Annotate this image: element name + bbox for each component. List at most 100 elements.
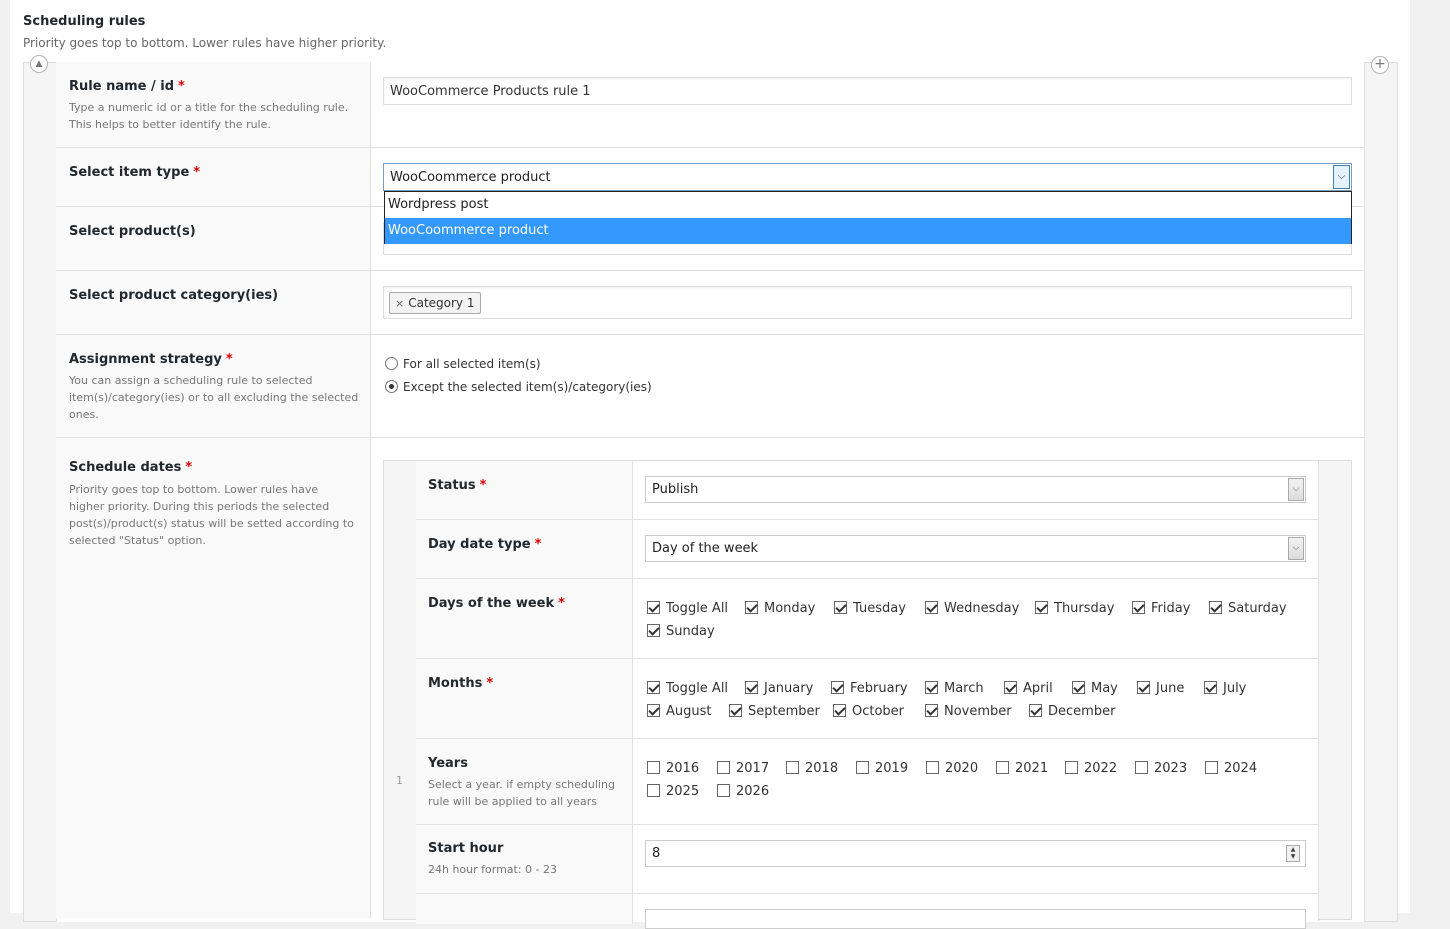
radio-button[interactable] — [385, 380, 398, 393]
checkbox-icon[interactable] — [1205, 761, 1218, 774]
month-option[interactable]: June — [1137, 681, 1184, 696]
checkbox-icon[interactable] — [647, 761, 660, 774]
checkbox-icon[interactable] — [745, 681, 758, 694]
month-option[interactable]: October — [833, 704, 904, 719]
start-hour-label: Start hour — [428, 841, 504, 856]
categories-label: Select product category(ies) — [69, 288, 279, 303]
checkbox-icon[interactable] — [647, 624, 660, 637]
checkbox-icon[interactable] — [1209, 601, 1222, 614]
month-option[interactable]: November — [925, 704, 1012, 719]
day-option[interactable]: Toggle All — [647, 601, 728, 616]
checkbox-icon[interactable] — [647, 704, 660, 717]
chevron-down-icon[interactable]: ⌵ — [1333, 165, 1350, 189]
month-option[interactable]: April — [1004, 681, 1053, 696]
radio-except-selected[interactable]: Except the selected item(s)/category(ies… — [385, 380, 652, 394]
month-option[interactable]: February — [831, 681, 908, 696]
month-option[interactable]: July — [1204, 681, 1246, 696]
radio-all-selected[interactable]: For all selected item(s) — [385, 357, 541, 371]
checkbox-icon[interactable] — [745, 601, 758, 614]
checkbox-icon[interactable] — [833, 704, 846, 717]
checkbox-icon[interactable] — [729, 704, 742, 717]
add-rule-button[interactable]: + — [1371, 56, 1389, 74]
month-option[interactable]: August — [647, 704, 712, 719]
section-title: Scheduling rules — [23, 14, 146, 29]
checkbox-icon[interactable] — [925, 704, 938, 717]
checkbox-icon[interactable] — [996, 761, 1009, 774]
day-option[interactable]: Saturday — [1209, 601, 1287, 616]
day-option[interactable]: Wednesday — [925, 601, 1019, 616]
assignment-label: Assignment strategy * — [69, 352, 233, 367]
rule-name-input[interactable]: WooCommerce Products rule 1 — [383, 77, 1352, 105]
month-option[interactable]: September — [729, 704, 820, 719]
months-label: Months * — [428, 676, 494, 691]
option-woocommerce-product[interactable]: WooCoommerce product — [385, 218, 1351, 244]
checkbox-icon[interactable] — [786, 761, 799, 774]
year-option[interactable]: 2023 — [1135, 761, 1187, 776]
checkbox-icon[interactable] — [925, 681, 938, 694]
checkbox-icon[interactable] — [831, 681, 844, 694]
stepper-icon[interactable]: ▲ ▼ — [1286, 845, 1300, 862]
rule-name-description: Type a numeric id or a title for the sch… — [69, 101, 349, 131]
checkbox-icon[interactable] — [926, 761, 939, 774]
day-type-label: Day date type * — [428, 537, 542, 552]
checkbox-icon[interactable] — [647, 601, 660, 614]
schedule-description: Priority goes top to bottom. Lower rules… — [69, 483, 354, 547]
schedule-index: 1 — [396, 774, 403, 787]
checkbox-icon[interactable] — [647, 784, 660, 797]
checkbox-icon[interactable] — [1135, 761, 1148, 774]
year-option[interactable]: 2026 — [717, 784, 769, 799]
checkbox-icon[interactable] — [1004, 681, 1017, 694]
month-option[interactable]: March — [925, 681, 984, 696]
year-option[interactable]: 2021 — [996, 761, 1048, 776]
chevron-down-icon[interactable]: ⌵ — [1288, 478, 1304, 501]
day-option[interactable]: Sunday — [647, 624, 715, 639]
year-option[interactable]: 2017 — [717, 761, 769, 776]
start-hour-description: 24h hour format: 0 - 23 — [428, 863, 558, 876]
year-option[interactable]: 2016 — [647, 761, 699, 776]
checkbox-icon[interactable] — [647, 681, 660, 694]
start-hour-input[interactable]: 8 ▲ ▼ — [645, 840, 1306, 867]
checkbox-icon[interactable] — [1132, 601, 1145, 614]
products-label: Select product(s) — [69, 224, 196, 239]
checkbox-icon[interactable] — [717, 761, 730, 774]
month-option[interactable]: January — [745, 681, 813, 696]
checkbox-icon[interactable] — [1204, 681, 1217, 694]
checkbox-icon[interactable] — [925, 601, 938, 614]
checkbox-icon[interactable] — [834, 601, 847, 614]
checkbox-icon[interactable] — [1072, 681, 1085, 694]
checkbox-icon[interactable] — [856, 761, 869, 774]
collapse-rule-button[interactable]: ▲ — [30, 55, 48, 73]
year-option[interactable]: 2024 — [1205, 761, 1257, 776]
option-wordpress-post[interactable]: Wordpress post — [385, 192, 1351, 218]
end-hour-input[interactable] — [645, 909, 1306, 929]
checkbox-icon[interactable] — [717, 784, 730, 797]
year-option[interactable]: 2020 — [926, 761, 978, 776]
categories-input[interactable] — [383, 286, 1352, 319]
days-label: Days of the week * — [428, 596, 565, 611]
status-select[interactable]: Publish ⌵ — [645, 476, 1306, 503]
remove-tag-icon[interactable]: × — [395, 297, 404, 310]
radio-button[interactable] — [385, 357, 398, 370]
day-type-select[interactable]: Day of the week ⌵ — [645, 535, 1306, 562]
years-description: Select a year. if empty scheduling rule w… — [428, 778, 615, 808]
plus-icon: + — [1374, 56, 1386, 72]
checkbox-icon[interactable] — [1065, 761, 1078, 774]
month-option[interactable]: Toggle All — [647, 681, 728, 696]
year-option[interactable]: 2025 — [647, 784, 699, 799]
month-option[interactable]: May — [1072, 681, 1118, 696]
assignment-description: You can assign a scheduling rule to sele… — [69, 374, 359, 421]
checkbox-icon[interactable] — [1035, 601, 1048, 614]
chevron-down-icon[interactable]: ⌵ — [1288, 537, 1304, 560]
day-option[interactable]: Tuesday — [834, 601, 906, 616]
checkbox-icon[interactable] — [1029, 704, 1042, 717]
days-row: Days of the week * — [416, 579, 1319, 659]
year-option[interactable]: 2018 — [786, 761, 838, 776]
day-option[interactable]: Thursday — [1035, 601, 1114, 616]
day-option[interactable]: Monday — [745, 601, 815, 616]
month-option[interactable]: December — [1029, 704, 1115, 719]
day-option[interactable]: Friday — [1132, 601, 1190, 616]
year-option[interactable]: 2022 — [1065, 761, 1117, 776]
year-option[interactable]: 2019 — [856, 761, 908, 776]
checkbox-icon[interactable] — [1137, 681, 1150, 694]
item-type-select[interactable]: WooCoommerce product ⌵ — [383, 163, 1352, 191]
